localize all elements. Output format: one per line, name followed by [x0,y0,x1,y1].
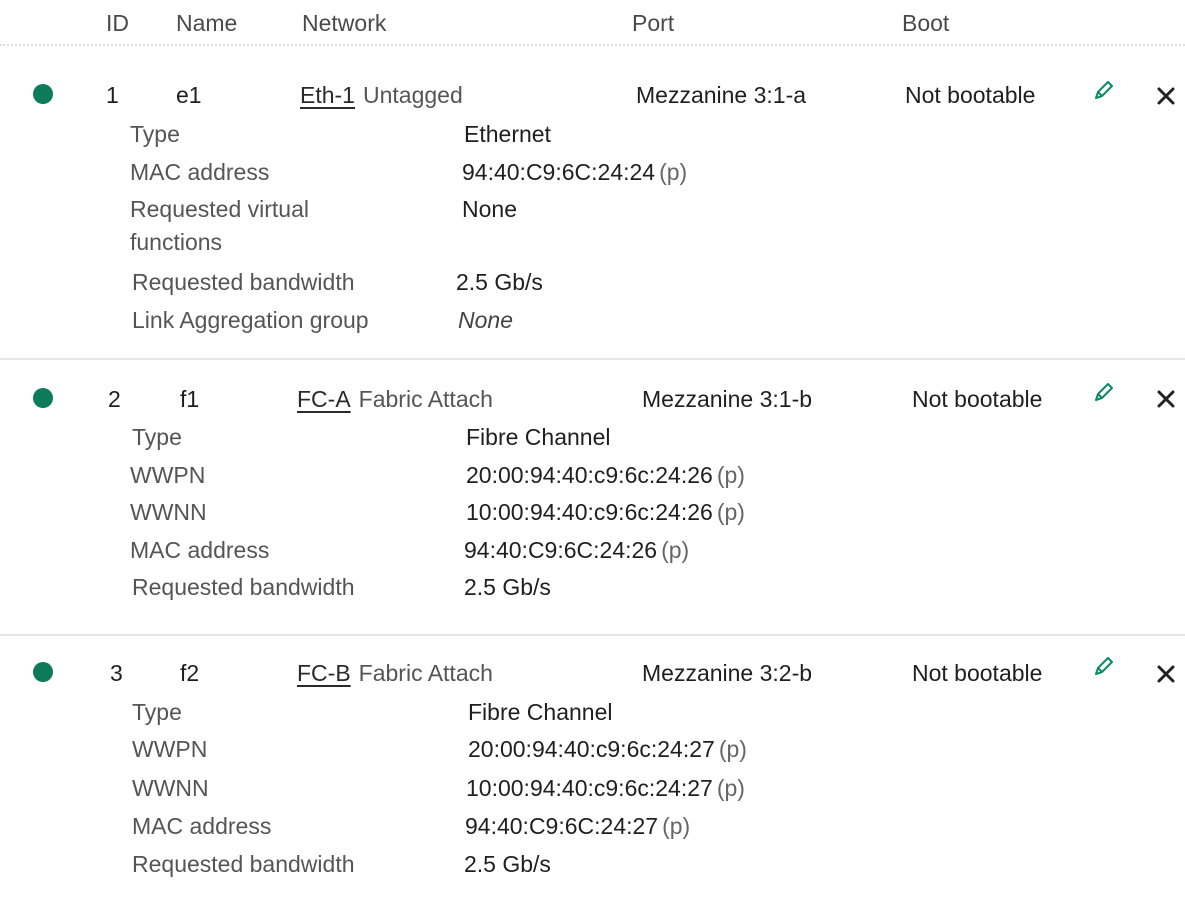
close-icon[interactable] [1156,664,1176,684]
detail-value: Fibre Channel [468,699,613,725]
detail-label: Type [132,699,182,725]
network-link[interactable]: Eth-1 [300,82,355,108]
connection-id: 2 [108,386,121,412]
column-header-id[interactable]: ID [106,10,129,37]
detail-value: 2.5 Gb/s [464,574,551,600]
primary-suffix: (p) [659,159,688,185]
detail-value: 20:00:94:40:c9:6c:24:26 (p) [466,462,745,488]
row-divider [0,358,1185,360]
detail-label: Type [132,424,182,450]
detail-label: WWPN [132,736,208,762]
connection-boot: Not bootable [905,82,1036,108]
column-header-boot[interactable]: Boot [902,10,949,37]
detail-label: WWNN [130,499,207,525]
detail-label: MAC address [130,159,270,185]
network-link[interactable]: FC-B [297,660,351,686]
detail-value: None [462,196,517,222]
connection-network: FC-B Fabric Attach [297,660,493,687]
detail-value: 2.5 Gb/s [456,269,543,295]
network-mode: Fabric Attach [358,386,493,412]
network-mode: Fabric Attach [358,660,493,686]
connection-id: 1 [106,82,119,108]
connection-network: FC-A Fabric Attach [297,386,493,413]
connection-port: Mezzanine 3:2-b [642,660,813,686]
network-mode: Untagged [362,82,463,108]
detail-value: 94:40:C9:6C:24:26 (p) [464,537,690,563]
detail-label: Type [130,121,180,147]
status-ok-icon [33,388,53,408]
connection-port: Mezzanine 3:1-b [642,386,813,412]
connection-boot: Not bootable [912,386,1043,412]
primary-suffix: (p) [716,499,745,525]
status-ok-icon [33,662,53,682]
detail-value: 20:00:94:40:c9:6c:24:27 (p) [468,736,747,762]
detail-label: Requested virtual functions [130,196,309,255]
network-link[interactable]: FC-A [297,386,351,412]
detail-value: 2.5 Gb/s [464,851,551,877]
pencil-icon[interactable] [1092,78,1116,102]
connection-port: Mezzanine 3:1-a [636,82,807,108]
connection-network: Eth-1 Untagged [300,82,463,109]
detail-value: 94:40:C9:6C:24:24 (p) [462,159,688,185]
primary-suffix: (p) [716,775,745,801]
detail-label: WWNN [132,775,209,801]
connection-boot: Not bootable [912,660,1043,686]
status-ok-icon [33,84,53,104]
column-header-network[interactable]: Network [302,10,386,37]
connection-name: e1 [176,82,202,108]
detail-value: 10:00:94:40:c9:6c:24:27 (p) [466,775,745,801]
detail-label: Requested bandwidth [132,851,355,877]
primary-suffix: (p) [718,736,747,762]
connection-name: f2 [180,660,200,686]
pencil-icon[interactable] [1092,380,1116,404]
detail-value: Ethernet [464,121,551,147]
connection-name: f1 [180,386,200,412]
header-divider [0,44,1185,46]
detail-label: MAC address [130,537,270,563]
detail-label: WWPN [130,462,206,488]
row-divider [0,634,1185,636]
detail-label: Link Aggregation group [132,307,369,333]
detail-label: Requested bandwidth [132,574,355,600]
detail-value: Fibre Channel [466,424,611,450]
primary-suffix: (p) [662,813,691,839]
detail-value: 10:00:94:40:c9:6c:24:26 (p) [466,499,745,525]
column-header-name[interactable]: Name [176,10,237,37]
primary-suffix: (p) [716,462,745,488]
column-header-port[interactable]: Port [632,10,674,37]
close-icon[interactable] [1156,86,1176,106]
detail-value: None [458,307,513,333]
detail-value: 94:40:C9:6C:24:27 (p) [465,813,691,839]
primary-suffix: (p) [661,537,690,563]
connection-id: 3 [110,660,123,686]
pencil-icon[interactable] [1092,654,1116,678]
close-icon[interactable] [1156,389,1176,409]
detail-label: Requested bandwidth [132,269,355,295]
detail-label: MAC address [132,813,272,839]
